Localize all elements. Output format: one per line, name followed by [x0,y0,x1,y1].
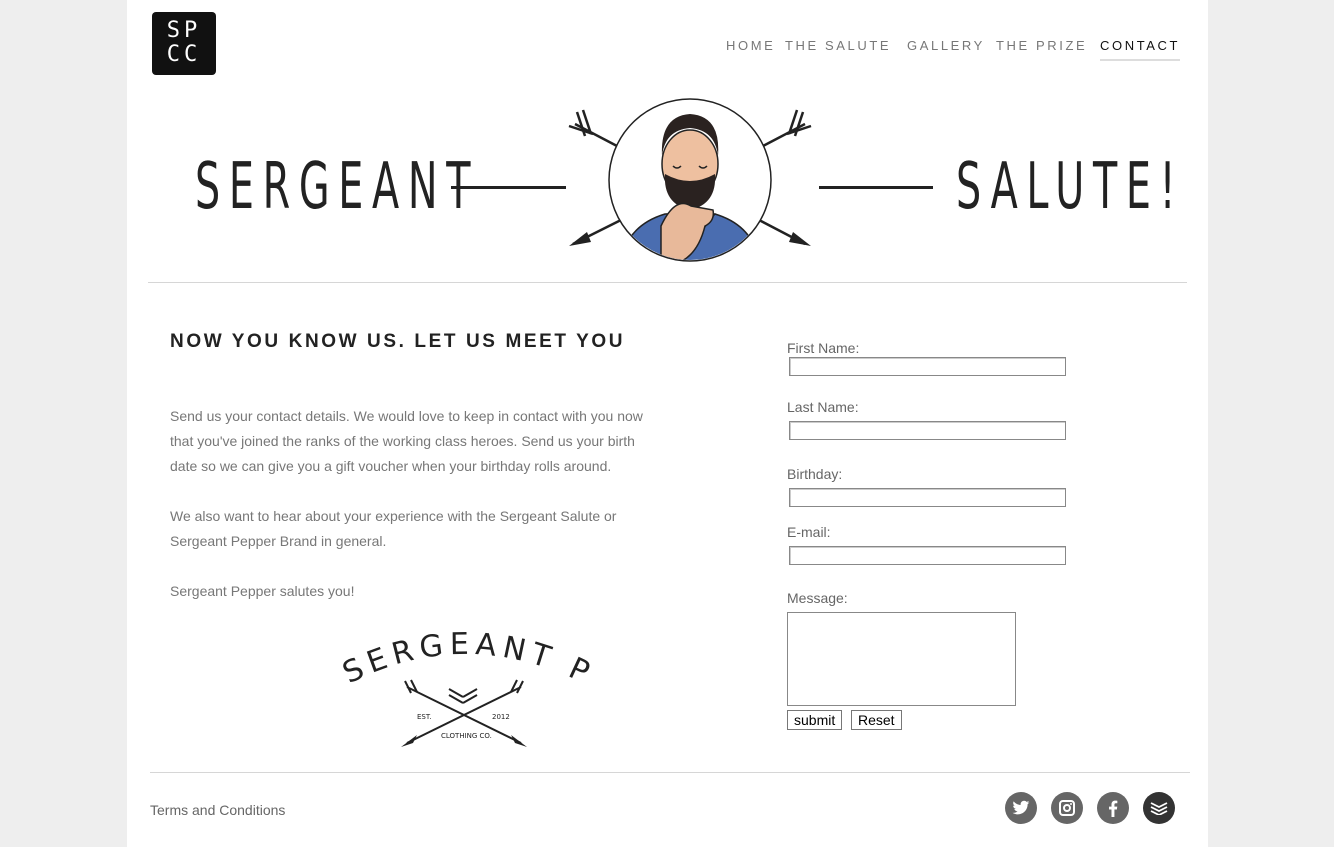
facebook-icon[interactable] [1097,792,1129,824]
header-divider [148,282,1187,283]
hero-rule-right [819,186,933,189]
email-field[interactable] [789,546,1066,565]
nav-contact[interactable]: CONTACT [1100,38,1181,61]
logo-line-1: SP [166,18,202,43]
instagram-icon[interactable] [1051,792,1083,824]
hero-word-salute: SALUTE! [956,150,1185,224]
intro-paragraph: Send us your contact details. We would l… [170,408,643,474]
hero-word-sergeant: SERGEANT [195,150,480,224]
email-label: E-mail: [787,524,831,540]
footer-divider [150,772,1190,773]
message-label: Message: [787,590,848,606]
nav-the-prize[interactable]: THE PRIZE [996,38,1087,53]
nav-gallery[interactable]: GALLERY [907,38,985,53]
salute-paragraph: Sergeant Pepper salutes you! [170,583,355,599]
page-heading: NOW YOU KNOW US. LET US MEET YOU [170,331,626,352]
nav-home[interactable]: HOME [726,38,775,53]
reset-button[interactable]: Reset [851,710,902,730]
first-name-label: First Name: [787,340,860,356]
nav-the-salute[interactable]: THE SALUTE [785,38,891,53]
logo-line-2: CC [166,42,202,67]
birthday-field[interactable] [789,488,1066,507]
hero-rule-left [451,186,566,189]
message-textarea[interactable] [787,612,1016,706]
page-container: SP CC HOME THE SALUTE GALLERY THE PRIZE … [127,0,1208,847]
spcc-logo[interactable]: SP CC [152,12,216,75]
last-name-field[interactable] [789,421,1066,440]
birthday-label: Birthday: [787,466,843,482]
submit-button[interactable]: submit [787,710,843,730]
sergeant-portrait-illustration [568,98,812,262]
brand-logo-year: 2012 [492,713,510,721]
brand-logo-sub: CLOTHING CO. [441,732,492,740]
experience-paragraph: We also want to hear about your experien… [170,508,617,549]
last-name-label: Last Name: [787,399,859,415]
twitter-icon[interactable] [1005,792,1037,824]
layers-icon[interactable] [1143,792,1175,824]
sergeant-pepper-brand-logo: SERGEANT PEPPER EST. 2012 CLOTHING CO. [337,625,597,747]
brand-logo-est: EST. [417,713,432,721]
terms-and-conditions-link[interactable]: Terms and Conditions [150,802,285,818]
first-name-field[interactable] [789,357,1066,376]
brand-logo-name: SERGEANT PEPPER [337,625,597,693]
